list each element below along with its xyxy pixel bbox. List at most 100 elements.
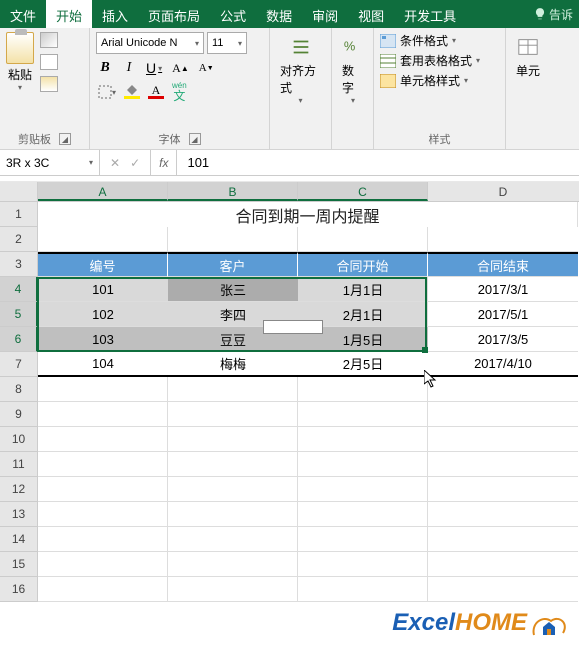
cell[interactable] <box>428 552 578 577</box>
cell[interactable] <box>428 427 578 452</box>
cell[interactable] <box>168 502 298 527</box>
cell[interactable] <box>428 452 578 477</box>
col-header-c[interactable]: C <box>298 182 428 201</box>
cell[interactable] <box>428 402 578 427</box>
cell[interactable] <box>428 477 578 502</box>
cell[interactable] <box>298 577 428 602</box>
phonetic-button[interactable]: wén文 <box>170 82 189 102</box>
cell[interactable] <box>428 227 578 252</box>
fx-button[interactable]: fx <box>151 150 177 175</box>
row-header-12[interactable]: 12 <box>0 477 38 502</box>
row-header-3[interactable]: 3 <box>0 252 38 277</box>
cells-button[interactable]: 单元 <box>512 32 544 83</box>
row-header-16[interactable]: 16 <box>0 577 38 602</box>
row-header-11[interactable]: 11 <box>0 452 38 477</box>
cell-end[interactable]: 2017/5/1 <box>428 302 578 327</box>
name-box[interactable]: 3R x 3C▾ <box>0 150 100 175</box>
cell-start[interactable]: 2月1日 <box>298 302 428 327</box>
row-header-15[interactable]: 15 <box>0 552 38 577</box>
cell-style-button[interactable]: 单元格样式▾ <box>380 72 480 89</box>
cell[interactable] <box>38 377 168 402</box>
row-header-9[interactable]: 9 <box>0 402 38 427</box>
alignment-button[interactable]: 对齐方式▾ <box>276 32 325 109</box>
formula-input[interactable]: 101 <box>177 155 579 170</box>
cell-start[interactable]: 1月1日 <box>298 277 428 302</box>
cell[interactable] <box>168 427 298 452</box>
cell[interactable] <box>168 452 298 477</box>
tab-home[interactable]: 开始 <box>46 0 92 28</box>
cell[interactable] <box>168 227 298 252</box>
cell[interactable] <box>38 402 168 427</box>
cell[interactable] <box>168 577 298 602</box>
bold-button[interactable]: B <box>96 58 114 78</box>
cell-end[interactable]: 2017/4/10 <box>428 352 578 377</box>
cell[interactable] <box>298 477 428 502</box>
tab-view[interactable]: 视图 <box>348 0 394 28</box>
cell[interactable] <box>298 402 428 427</box>
cell[interactable] <box>168 402 298 427</box>
clipboard-dialog-launcher[interactable]: ◢ <box>59 133 71 145</box>
row-header-4[interactable]: 4 <box>0 277 38 302</box>
font-size-combo[interactable]: 11▾ <box>207 32 247 54</box>
header-id[interactable]: 编号 <box>38 252 168 277</box>
tab-file[interactable]: 文件 <box>0 0 46 28</box>
cell[interactable] <box>38 452 168 477</box>
cell[interactable] <box>168 377 298 402</box>
header-start[interactable]: 合同开始 <box>298 252 428 277</box>
fill-color-button[interactable] <box>122 82 142 102</box>
header-end[interactable]: 合同结束 <box>428 252 578 277</box>
cell[interactable] <box>38 502 168 527</box>
tab-review[interactable]: 审阅 <box>302 0 348 28</box>
number-format-button[interactable]: % 数字▾ <box>338 32 368 109</box>
cell[interactable] <box>168 477 298 502</box>
cell[interactable] <box>38 577 168 602</box>
row-header-1[interactable]: 1 <box>0 202 38 227</box>
cell[interactable] <box>298 552 428 577</box>
title-cell[interactable]: 合同到期一周内提醒 <box>38 202 578 227</box>
cell[interactable] <box>38 552 168 577</box>
col-header-b[interactable]: B <box>168 182 298 201</box>
row-header-14[interactable]: 14 <box>0 527 38 552</box>
cell[interactable] <box>428 377 578 402</box>
cell-id[interactable]: 102 <box>38 302 168 327</box>
cell[interactable] <box>298 377 428 402</box>
cell[interactable] <box>298 452 428 477</box>
cell[interactable] <box>428 502 578 527</box>
font-name-combo[interactable]: Arial Unicode N▾ <box>96 32 204 54</box>
cell[interactable] <box>38 527 168 552</box>
col-header-a[interactable]: A <box>38 182 168 201</box>
cell[interactable] <box>428 577 578 602</box>
cell-id[interactable]: 101 <box>38 277 168 302</box>
tab-data[interactable]: 数据 <box>256 0 302 28</box>
tell-me[interactable]: 告诉 <box>527 0 579 28</box>
italic-button[interactable]: I <box>120 58 138 78</box>
cell[interactable] <box>428 527 578 552</box>
cell[interactable] <box>298 227 428 252</box>
cell[interactable] <box>168 527 298 552</box>
cut-button[interactable] <box>40 32 58 48</box>
cell-customer[interactable]: 李四 <box>168 302 298 327</box>
tab-developer[interactable]: 开发工具 <box>394 0 466 28</box>
accept-formula-icon[interactable]: ✓ <box>130 156 140 170</box>
row-header-10[interactable]: 10 <box>0 427 38 452</box>
cell-start[interactable]: 1月5日 <box>298 327 428 352</box>
border-button[interactable]: ▾ <box>96 82 118 102</box>
cell[interactable] <box>298 427 428 452</box>
cell-start[interactable]: 2月5日 <box>298 352 428 377</box>
tab-page-layout[interactable]: 页面布局 <box>138 0 210 28</box>
format-painter-button[interactable] <box>40 76 58 92</box>
font-color-button[interactable]: A <box>146 82 166 102</box>
row-header-2[interactable]: 2 <box>0 227 38 252</box>
cell[interactable] <box>298 527 428 552</box>
header-customer[interactable]: 客户 <box>168 252 298 277</box>
row-header-7[interactable]: 7 <box>0 352 38 377</box>
cell-end[interactable]: 2017/3/5 <box>428 327 578 352</box>
cell[interactable] <box>38 427 168 452</box>
cell-id[interactable]: 103 <box>38 327 168 352</box>
cancel-formula-icon[interactable]: ✕ <box>110 156 120 170</box>
select-all-corner[interactable] <box>0 182 38 201</box>
cell-end[interactable]: 2017/3/1 <box>428 277 578 302</box>
cell[interactable] <box>38 477 168 502</box>
cell-customer[interactable]: 梅梅 <box>168 352 298 377</box>
col-header-d[interactable]: D <box>428 182 578 201</box>
